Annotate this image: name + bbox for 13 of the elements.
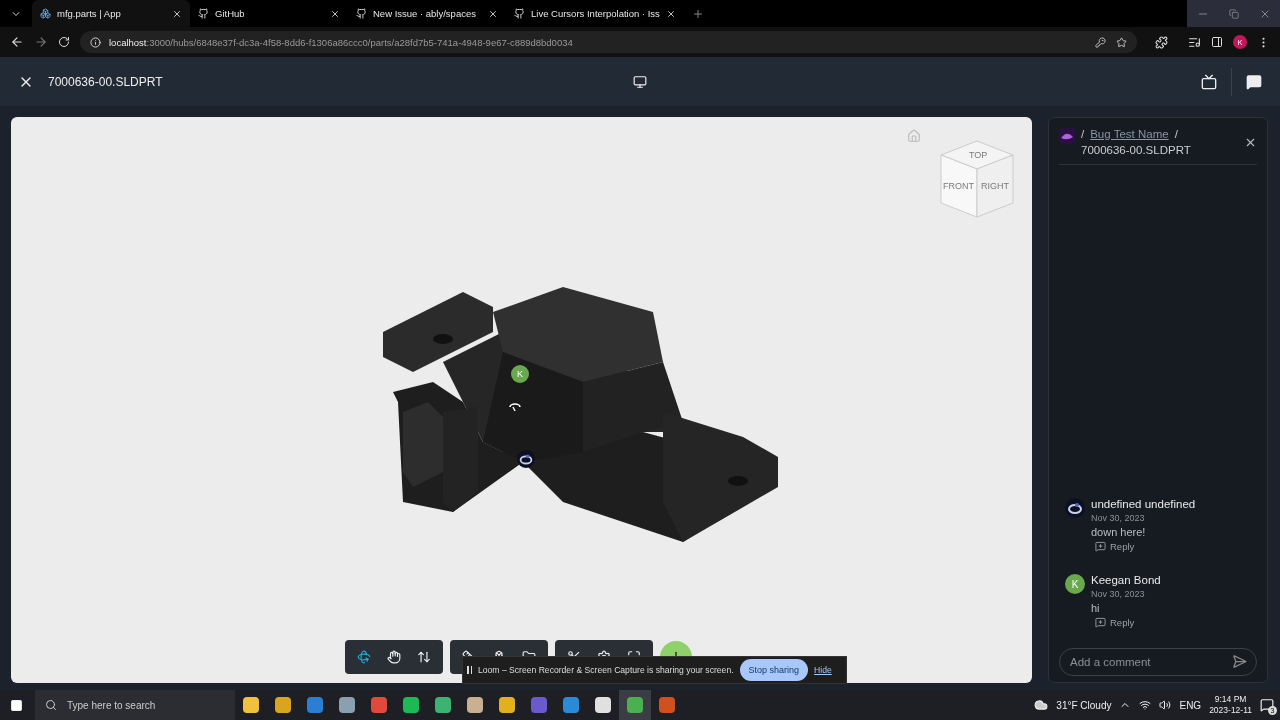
- file-name: 7000636-00.SLDPRT: [1081, 144, 1192, 156]
- comment-date: Nov 30, 2023: [1091, 513, 1146, 523]
- breadcrumb-separator: /: [1174, 128, 1178, 140]
- user-avatar: K: [1065, 574, 1085, 594]
- sharing-message: Loom – Screen Recorder & Screen Capture is sharing your screen.: [478, 665, 734, 675]
- comment-author: Keegan Bond: [1091, 574, 1161, 586]
- comment-text: down here!: [1091, 526, 1147, 538]
- comment-text: hi: [1091, 602, 1101, 614]
- weather-text: 31°F Cloudy: [1056, 699, 1112, 711]
- comment-date: Nov 30, 2023: [1091, 589, 1146, 599]
- file-title: 7000636-00.SLDPRT: [48, 74, 163, 89]
- breadcrumb-separator: /: [1081, 128, 1085, 140]
- comment-author: undefined undefined: [1091, 498, 1196, 510]
